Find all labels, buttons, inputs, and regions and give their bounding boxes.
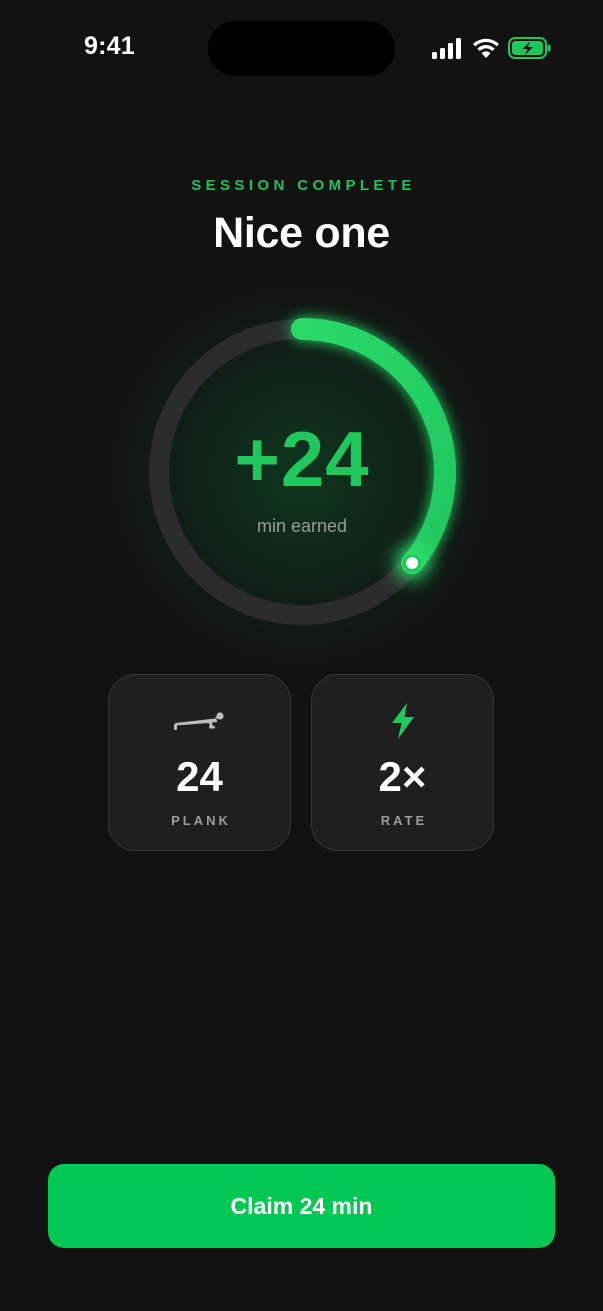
wifi-icon <box>473 38 499 58</box>
plank-figure-icon <box>173 712 224 730</box>
progress-end-dot <box>403 554 422 573</box>
stat-value-rate: 2× <box>378 753 427 800</box>
stat-label-plank: PLANK <box>171 813 231 828</box>
session-complete-eyebrow: SESSION COMPLETE <box>191 177 416 194</box>
page-title: Nice one <box>213 209 390 257</box>
status-time: 9:41 <box>84 32 135 60</box>
dynamic-island <box>208 21 395 76</box>
stat-card-rate: 2× RATE <box>311 674 494 851</box>
stat-value-plank: 24 <box>176 753 223 800</box>
status-bar: 9:41 <box>0 0 603 96</box>
session-complete-screen: 9:41 SESSION COMPLETE Nice one +24 min e… <box>0 0 603 1311</box>
claim-minutes-button[interactable]: Claim 24 min <box>48 1164 555 1248</box>
earned-minutes-value: +24 <box>234 415 370 503</box>
earned-minutes-ring: +24 min earned <box>82 254 522 694</box>
stat-label-rate: RATE <box>380 813 428 828</box>
cellular-signal-icon <box>432 38 461 59</box>
battery-charging-icon <box>508 37 551 59</box>
status-icons <box>432 36 554 62</box>
stat-card-plank: 24 PLANK <box>108 674 291 851</box>
earned-minutes-caption: min earned <box>256 516 348 536</box>
lightning-bolt-icon <box>391 703 414 739</box>
